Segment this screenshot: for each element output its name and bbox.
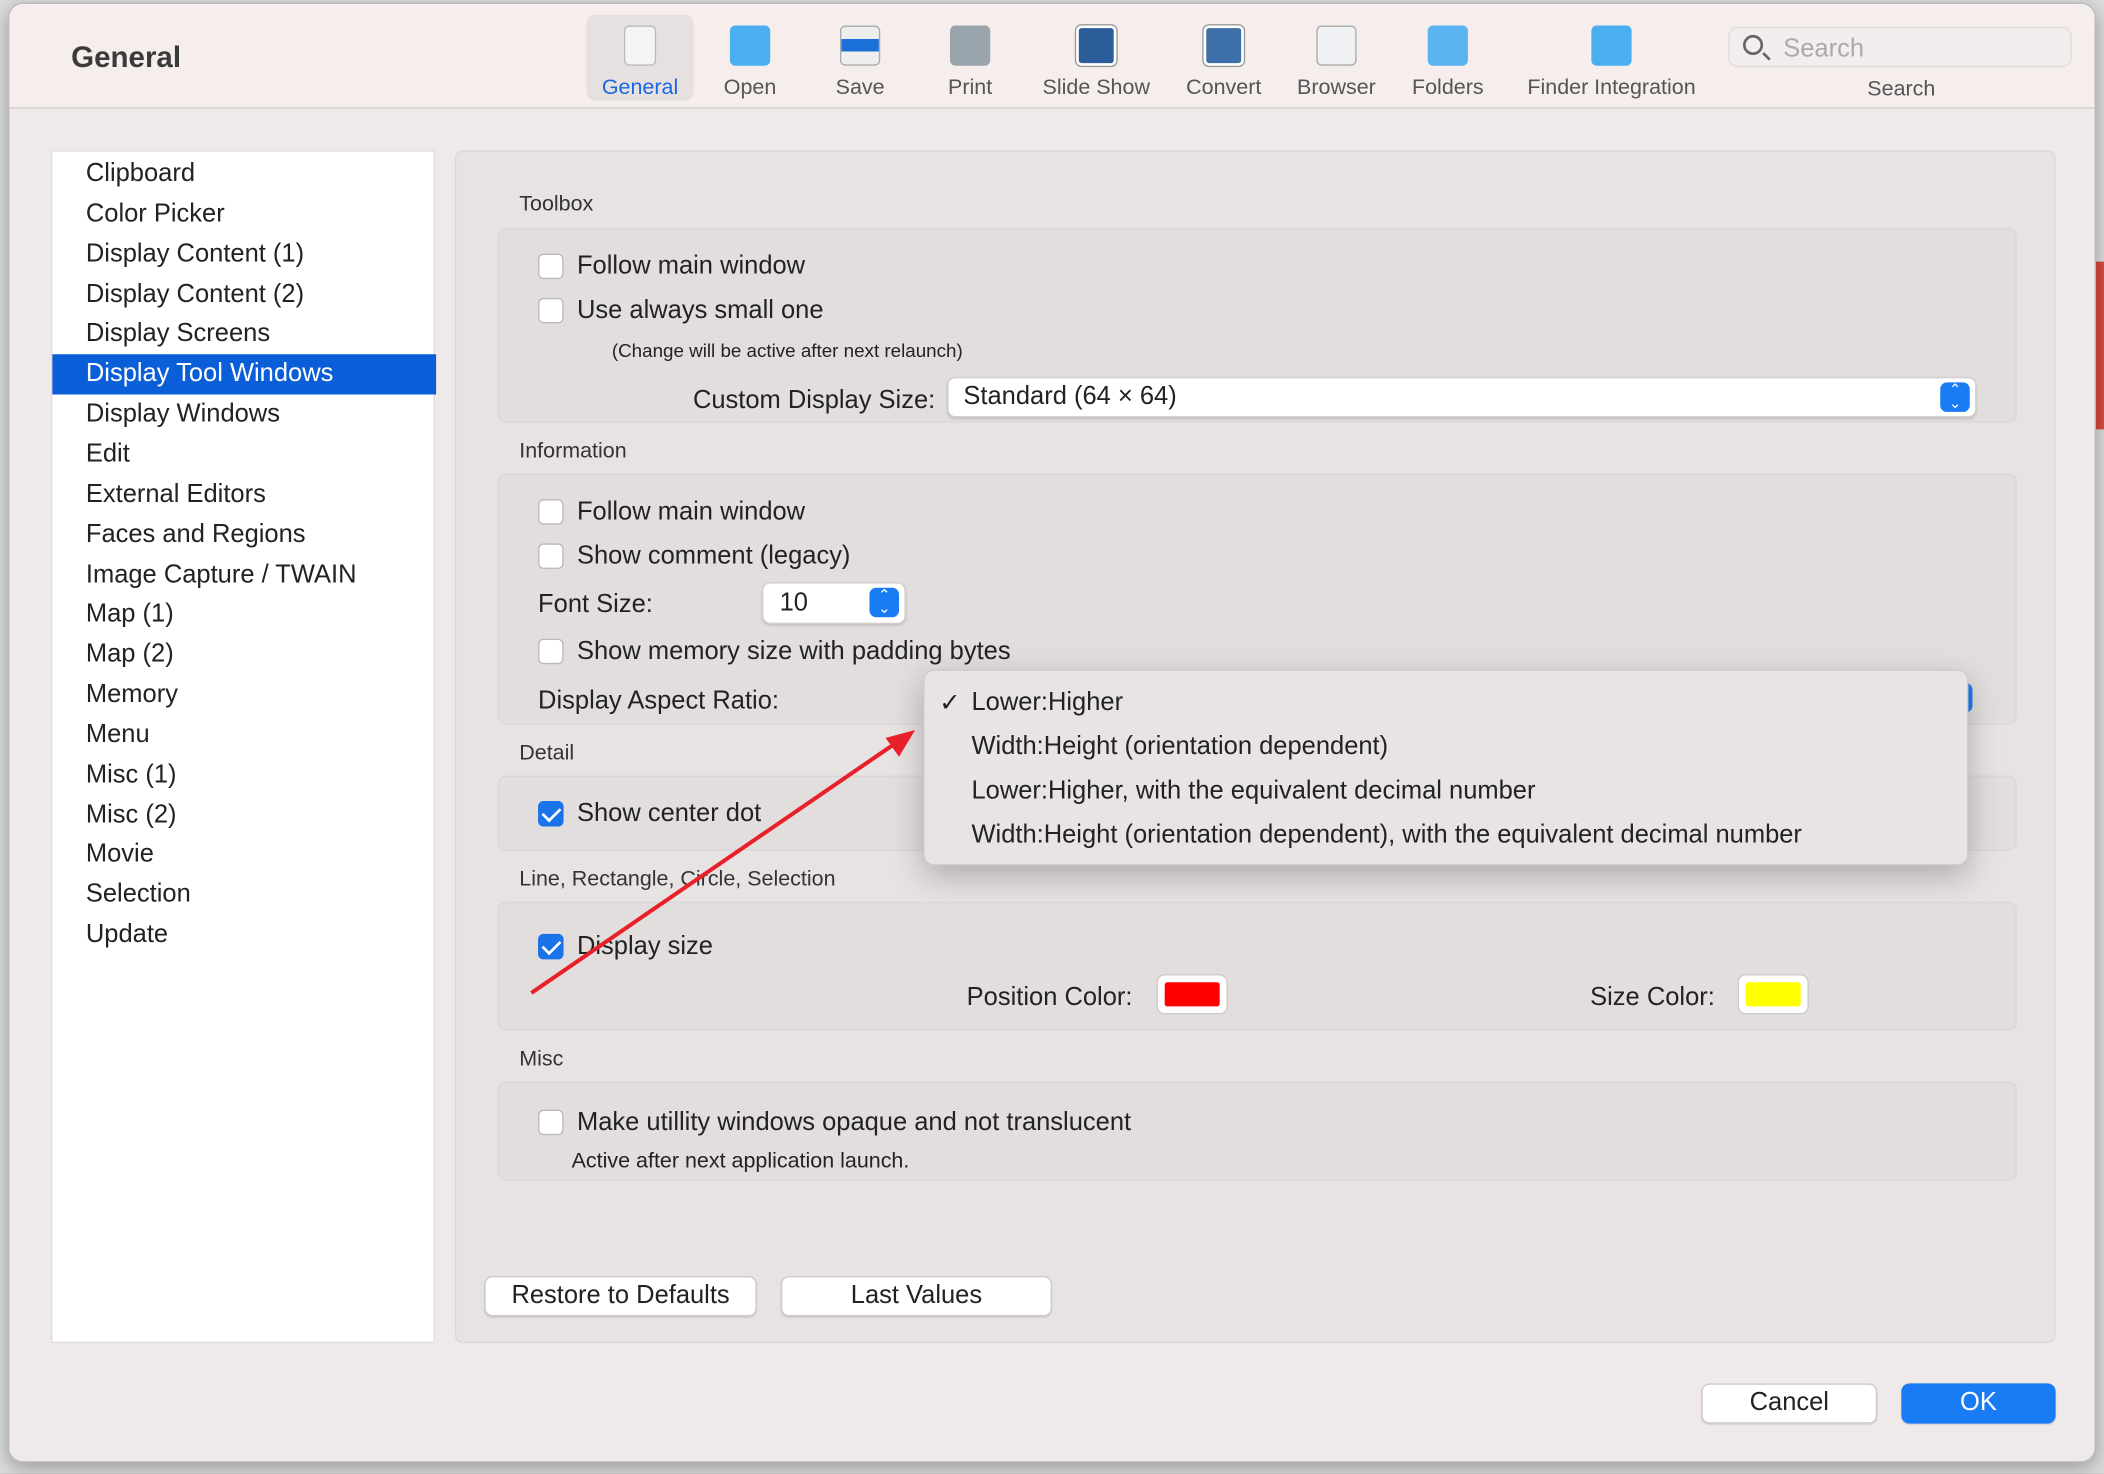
annotation-arrow: [530, 729, 916, 995]
annotation-arrow-line: [530, 733, 909, 995]
annotation-arrow-head: [885, 729, 916, 757]
